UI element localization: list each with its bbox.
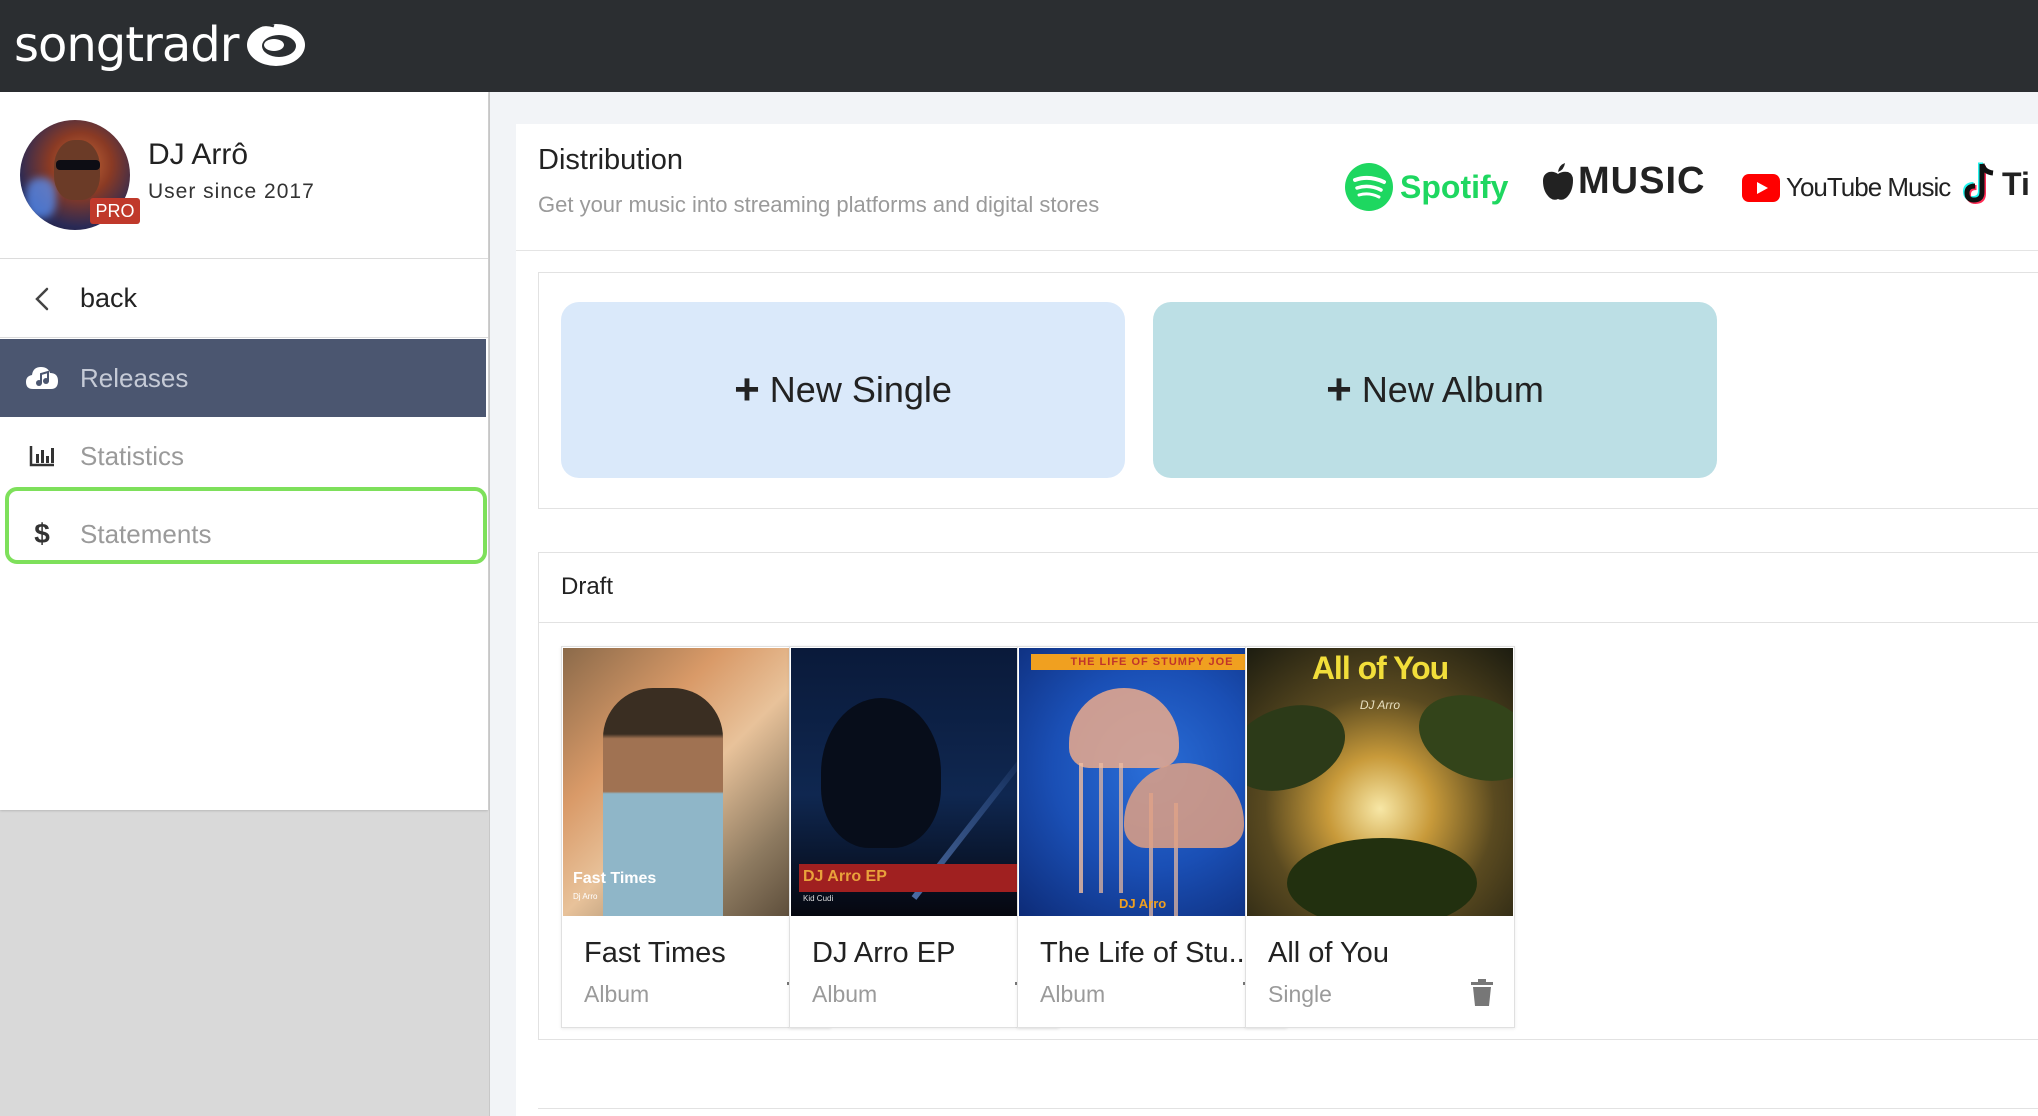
avatar-face (54, 140, 100, 200)
plus-icon: + (1326, 365, 1352, 414)
avatar-glasses (56, 160, 100, 170)
create-release-panel: + New Single + New Album (538, 272, 2038, 509)
release-title: DJ Arro EP (812, 937, 956, 969)
apple-music-logo: MUSIC (1542, 160, 1705, 203)
trash-icon[interactable] (1470, 979, 1494, 1007)
cover-art: All of You DJ Arro (1247, 648, 1513, 916)
spotify-logo: Spotify (1344, 162, 1508, 212)
sidebar-item-label: Statistics (80, 440, 185, 471)
tiktok-logo: Ti (1962, 162, 2030, 206)
profile-card: PRO DJ Arrô User since 2017 (0, 92, 488, 259)
tiktok-label: Ti (2002, 165, 2030, 202)
cover-top-title: THE LIFE OF STUMPY JOE (1031, 654, 1273, 670)
sidebar-item-label: Statements (80, 518, 212, 549)
new-album-button[interactable]: + New Album (1153, 302, 1717, 478)
cover-tentacles (1079, 763, 1083, 893)
next-section-edge (538, 1108, 2038, 1116)
cover-artist: DJ Arro (1119, 896, 1167, 911)
sidebar-item-statistics[interactable]: Statistics (0, 417, 488, 495)
back-label: back (80, 283, 138, 313)
cover-leaf (1287, 838, 1477, 916)
tiktok-icon (1962, 162, 1994, 205)
release-type: Single (1268, 981, 1332, 1007)
cover-artist: DJ Arro (1359, 698, 1401, 712)
spotify-label: Spotify (1400, 168, 1509, 205)
cover-artist: Dj Arro (573, 892, 598, 901)
cover-title: DJ Arro EP (803, 868, 887, 885)
cover-tree (821, 698, 941, 848)
sidebar-item-statements[interactable]: $ Statements (0, 495, 488, 573)
draft-section: Draft Fast Times Dj Arro Fast Times Albu… (538, 552, 2038, 1040)
cover-jellyfish (1069, 688, 1179, 768)
apple-icon (1543, 162, 1573, 200)
cover-artist: Kid Cudi (803, 894, 834, 903)
release-title: Fast Times (584, 937, 726, 969)
youtube-music-label: YouTube Music (1786, 172, 1951, 202)
bar-chart-icon (22, 445, 62, 467)
brand-name: songtradr (14, 17, 239, 73)
apple-music-label: MUSIC (1578, 160, 1706, 202)
youtube-icon (1742, 173, 1780, 202)
back-button[interactable]: back (0, 260, 488, 338)
release-type: Album (1040, 981, 1106, 1007)
distribution-header: Distribution Get your music into streami… (516, 124, 2038, 251)
page-subtitle: Get your music into streaming platforms … (538, 192, 1100, 217)
profile-since: User since 2017 (148, 180, 315, 203)
release-title: All of You (1268, 937, 1389, 969)
main-panel: Distribution Get your music into streami… (516, 124, 2038, 1116)
plus-icon: + (734, 365, 760, 414)
new-single-button[interactable]: + New Single (561, 302, 1125, 478)
dollar-icon: $ (22, 518, 62, 550)
cloud-music-icon (22, 365, 62, 391)
release-card[interactable]: All of You DJ Arro All of You Single (1245, 646, 1515, 1028)
new-single-label: New Single (769, 369, 952, 410)
release-type: Album (812, 981, 878, 1007)
chevron-left-icon (22, 286, 62, 312)
dollar-glyph: $ (34, 518, 50, 549)
page-title: Distribution (538, 144, 684, 176)
profile-name: DJ Arrô (148, 138, 249, 171)
songtradr-logo-icon (247, 23, 306, 66)
youtube-music-logo: YouTube Music (1742, 172, 1951, 203)
avatar-glow (26, 178, 56, 218)
release-type: Album (584, 981, 650, 1007)
sidebar-item-label: Releases (80, 362, 189, 393)
sidebar: PRO DJ Arrô User since 2017 back Release… (0, 92, 488, 810)
cover-title: Fast Times (573, 870, 657, 887)
brand-logo[interactable]: songtradr (14, 10, 308, 80)
new-album-label: New Album (1361, 369, 1544, 410)
cover-jellyfish (1124, 763, 1244, 848)
cover-title: All of You (1311, 650, 1449, 686)
spotify-icon (1345, 163, 1393, 211)
release-title: The Life of Stu... (1040, 937, 1253, 969)
top-bar: songtradr (0, 0, 2038, 92)
sidebar-item-releases[interactable]: Releases (0, 339, 486, 417)
section-title: Draft (561, 573, 614, 600)
draft-header: Draft (539, 553, 2038, 623)
pro-badge: PRO (90, 198, 140, 224)
